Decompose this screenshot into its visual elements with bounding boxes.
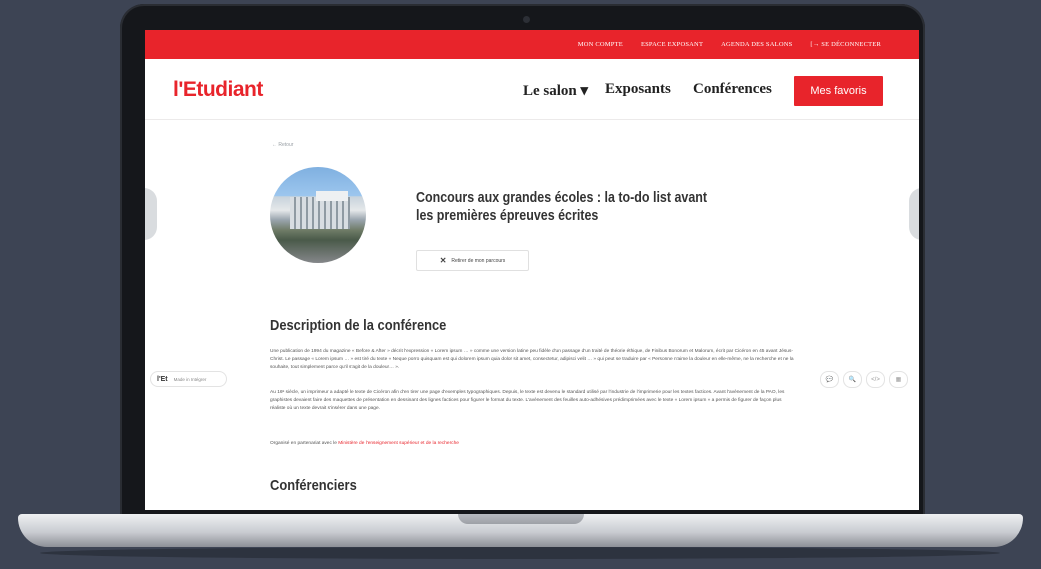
description-paragraph-1: Une publication de 1994 du magazine « Be… xyxy=(270,349,794,371)
next-arrow[interactable] xyxy=(909,188,919,240)
top-bar-links: MON COMPTE ESPACE EXPOSANT AGENDA DES SA… xyxy=(578,30,881,59)
speakers-heading: Conférenciers xyxy=(270,477,357,494)
description-heading: Description de la conférence xyxy=(270,317,447,334)
conference-photo xyxy=(270,167,366,263)
back-link[interactable]: ← Retour xyxy=(272,142,293,148)
top-bar: MON COMPTE ESPACE EXPOSANT AGENDA DES SA… xyxy=(145,30,919,59)
organized-prefix: Organisé en partenariat avec le xyxy=(270,441,339,446)
logout-link[interactable]: [→ SE DÉCONNECTER xyxy=(810,41,881,48)
photo-building-top xyxy=(316,191,348,201)
tool-buttons: 💬 🔍 </> ▦ xyxy=(820,371,908,388)
search-icon[interactable]: 🔍 xyxy=(843,371,862,388)
screen: MON COMPTE ESPACE EXPOSANT AGENDA DES SA… xyxy=(145,30,919,510)
laptop-shadow xyxy=(40,547,1000,559)
laptop-notch xyxy=(458,514,584,524)
salons-agenda-link[interactable]: AGENDA DES SALONS xyxy=(721,41,792,48)
nav-exposants[interactable]: Exposants xyxy=(605,81,671,98)
camera-icon xyxy=(523,16,530,23)
nav-conferences[interactable]: Conférences xyxy=(693,81,772,98)
code-icon[interactable]: </> xyxy=(866,371,885,388)
grid-icon[interactable]: ▦ xyxy=(889,371,908,388)
ministry-link[interactable]: Ministère de l'enseignement supérieur et… xyxy=(338,441,459,446)
close-icon: ✕ xyxy=(439,256,447,265)
my-account-link[interactable]: MON COMPTE xyxy=(578,41,623,48)
organized-by: Organisé en partenariat avec le Ministèr… xyxy=(270,440,796,448)
widget-label: Made in Intégrer xyxy=(173,376,207,382)
photo-building xyxy=(290,197,350,229)
comment-icon[interactable]: 💬 xyxy=(820,371,839,388)
nav-le-salon[interactable]: Le salon ▾ xyxy=(523,81,588,100)
made-in-widget[interactable]: l'Et Made in Intégrer xyxy=(150,371,227,387)
remove-label: Retirer de mon parcours xyxy=(451,257,506,264)
widget-logo: l'Et xyxy=(157,375,168,383)
conference-title: Concours aux grandes écoles : la to-do l… xyxy=(416,190,708,224)
prev-arrow[interactable] xyxy=(145,188,157,240)
description-paragraph-2: Au 16ᵉ siècle, un imprimeur a adapté le … xyxy=(270,390,785,412)
remove-from-route-button[interactable]: ✕ Retirer de mon parcours xyxy=(416,250,529,271)
site-logo[interactable]: l'Etudiant xyxy=(173,78,263,102)
exhibitor-space-link[interactable]: ESPACE EXPOSANT xyxy=(641,41,703,48)
favorites-button[interactable]: Mes favoris xyxy=(794,76,883,106)
